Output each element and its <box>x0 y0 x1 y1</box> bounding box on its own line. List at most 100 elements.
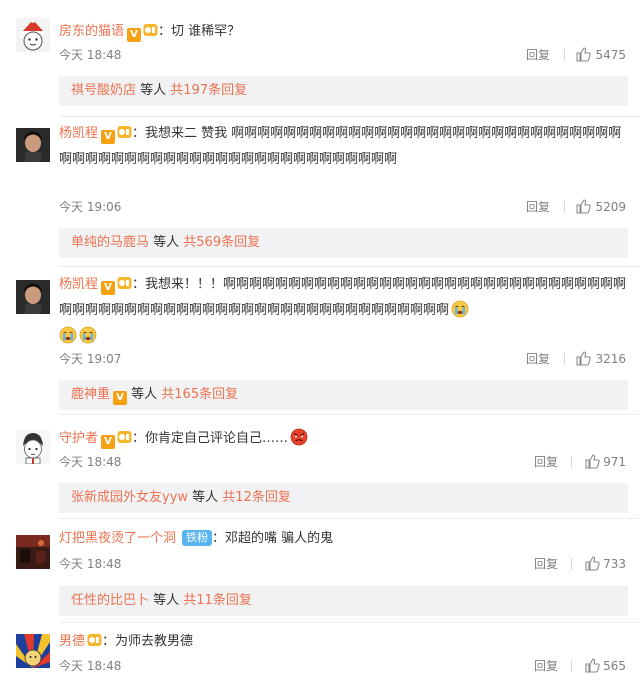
avatar-cartoon-icon <box>16 430 50 464</box>
sub-reply-total[interactable]: 共11条回复 <box>183 593 252 608</box>
comment-item: 房东的猫语 V ：切 谁稀罕？ 今天 18:48 回复 5475 祺号酸奶店 等人 … <box>0 0 640 110</box>
verified-icon: V <box>101 435 116 449</box>
sub-reply-total[interactable]: 共569条回复 <box>183 235 260 250</box>
avatar[interactable] <box>16 634 50 668</box>
comment-meta: 今天 18:48 回复 565 <box>59 657 626 675</box>
username[interactable]: 灯把黑夜烫了一个洞 <box>59 531 176 546</box>
comment-text: ：切 谁稀罕？ <box>158 24 241 39</box>
verified-icon: V <box>127 28 142 42</box>
meta-divider <box>564 49 565 61</box>
username[interactable]: 男德 <box>59 634 85 649</box>
reply-button[interactable]: 回复 <box>526 46 550 64</box>
sub-replies-summary[interactable]: 任性的比巴卜 等人 共11条回复 <box>59 586 628 616</box>
sub-replies-summary[interactable]: 张新成园外女友yyw 等人 共12条回复 <box>59 483 628 513</box>
comment-divider <box>59 622 640 623</box>
timestamp: 今天 19:06 <box>59 200 122 214</box>
crying-emoji-icon <box>79 326 97 344</box>
sub-replies-summary[interactable]: 祺号酸奶店 等人 共197条回复 <box>59 76 628 106</box>
avatar[interactable] <box>16 128 50 162</box>
sub-reply-connector: 等人 <box>136 83 171 98</box>
sub-reply-connector: 等人 <box>188 490 223 505</box>
angry-emoji-icon <box>290 428 308 446</box>
comment-body: 房东的猫语 V ：切 谁稀罕？ <box>59 19 630 45</box>
comment-body: 杨凯程 V ：我想来二 赞我 啊啊啊啊啊啊啊啊啊啊啊啊啊啊啊啊啊啊啊啊啊啊啊啊啊啊啊… <box>59 121 630 173</box>
comment-text: ：我想来！！！啊啊啊啊啊啊啊啊啊啊啊啊啊啊啊啊啊啊啊啊啊啊啊啊啊啊啊啊啊啊啊啊啊… <box>59 277 627 318</box>
member-level-icon <box>117 126 132 138</box>
like-count: 3216 <box>595 352 626 366</box>
comment-text: ：为师去教男德 <box>102 634 194 649</box>
sub-reply-total[interactable]: 共165条回复 <box>161 387 238 402</box>
sub-reply-connector: 等人 <box>127 387 162 402</box>
reply-button[interactable]: 回复 <box>534 453 558 471</box>
comment-divider <box>59 518 640 519</box>
comment-item: 杨凯程 V ：我想来！！！啊啊啊啊啊啊啊啊啊啊啊啊啊啊啊啊啊啊啊啊啊啊啊啊啊啊啊啊啊… <box>0 270 640 410</box>
avatar-sunburst-icon <box>16 634 50 668</box>
sub-reply-username[interactable]: 单纯的马鹿马 <box>71 235 149 250</box>
reply-button[interactable]: 回复 <box>534 555 558 573</box>
sub-reply-username[interactable]: 鹿神重 <box>71 387 110 402</box>
member-level-icon <box>143 24 158 36</box>
crying-emoji-icon <box>59 326 77 344</box>
comment-text: ：我想来二 赞我 啊啊啊啊啊啊啊啊啊啊啊啊啊啊啊啊啊啊啊啊啊啊啊啊啊啊啊啊啊啊啊… <box>59 126 622 167</box>
member-level-icon <box>87 634 102 646</box>
comment-meta: 今天 19:06 回复 5209 <box>59 198 626 216</box>
reply-button[interactable]: 回复 <box>526 198 550 216</box>
comment-meta: 今天 18:48 回复 733 <box>59 555 626 573</box>
avatar[interactable] <box>16 430 50 464</box>
meta-divider <box>571 456 572 468</box>
avatar[interactable] <box>16 280 50 314</box>
reply-button[interactable]: 回复 <box>526 350 550 368</box>
sub-reply-username[interactable]: 任性的比巴卜 <box>71 593 149 608</box>
comment-text: ：你肯定自己评论自己…… <box>132 431 289 446</box>
comment-body: 守护者 V ：你肯定自己评论自己…… <box>59 426 630 452</box>
username[interactable]: 杨凯程 <box>59 126 98 141</box>
like-count: 733 <box>603 557 626 571</box>
sub-replies-summary[interactable]: 鹿神重 V 等人 共165条回复 <box>59 380 628 410</box>
comment-divider <box>59 116 640 117</box>
meta-divider <box>571 660 572 672</box>
like-thumb-icon[interactable] <box>576 47 591 62</box>
verified-icon: V <box>101 281 116 295</box>
sub-reply-total[interactable]: 共197条回复 <box>170 83 247 98</box>
like-thumb-icon[interactable] <box>585 658 600 673</box>
sub-reply-username[interactable]: 张新成园外女友yyw <box>71 490 188 505</box>
username[interactable]: 守护者 <box>59 431 98 446</box>
reply-button[interactable]: 回复 <box>534 657 558 675</box>
verified-icon: V <box>113 391 128 405</box>
comment-text: ：邓超的嘴 骗人的鬼 <box>212 531 334 546</box>
verified-icon: V <box>101 130 116 144</box>
meta-divider <box>564 353 565 365</box>
sub-replies-summary[interactable]: 单纯的马鹿马 等人 共569条回复 <box>59 228 628 258</box>
like-thumb-icon[interactable] <box>576 199 591 214</box>
like-thumb-icon[interactable] <box>585 454 600 469</box>
avatar[interactable] <box>16 535 50 569</box>
comment-divider <box>59 414 640 415</box>
comment-item: 男德 ：为师去教男德 今天 18:48 回复 565 <box>0 626 640 693</box>
like-count: 565 <box>603 659 626 673</box>
crying-emoji-icon <box>451 300 469 318</box>
timestamp: 今天 18:48 <box>59 455 122 469</box>
sub-reply-connector: 等人 <box>149 235 184 250</box>
comment-body: 男德 ：为师去教男德 <box>59 629 630 655</box>
member-level-icon <box>117 277 132 289</box>
meta-divider <box>564 201 565 213</box>
like-thumb-icon[interactable] <box>576 351 591 366</box>
like-count: 5209 <box>595 200 626 214</box>
username[interactable]: 房东的猫语 <box>59 24 124 39</box>
comment-body: 灯把黑夜烫了一个洞 铁粉 ：邓超的嘴 骗人的鬼 <box>59 526 630 552</box>
timestamp: 今天 19:07 <box>59 352 122 366</box>
sub-reply-connector: 等人 <box>149 593 184 608</box>
like-count: 5475 <box>595 48 626 62</box>
timestamp: 今天 18:48 <box>59 557 122 571</box>
comment-item: 灯把黑夜烫了一个洞 铁粉 ：邓超的嘴 骗人的鬼 今天 18:48 回复 733 任性… <box>0 522 640 618</box>
timestamp: 今天 18:48 <box>59 48 122 62</box>
username[interactable]: 杨凯程 <box>59 277 98 292</box>
like-thumb-icon[interactable] <box>585 556 600 571</box>
comment-meta: 今天 18:48 回复 971 <box>59 453 626 471</box>
sub-reply-total[interactable]: 共12条回复 <box>222 490 291 505</box>
sub-reply-username[interactable]: 祺号酸奶店 <box>71 83 136 98</box>
avatar-photo-icon <box>16 280 50 314</box>
avatar-photo-icon <box>16 535 50 569</box>
avatar[interactable] <box>16 18 50 52</box>
timestamp: 今天 18:48 <box>59 659 122 673</box>
